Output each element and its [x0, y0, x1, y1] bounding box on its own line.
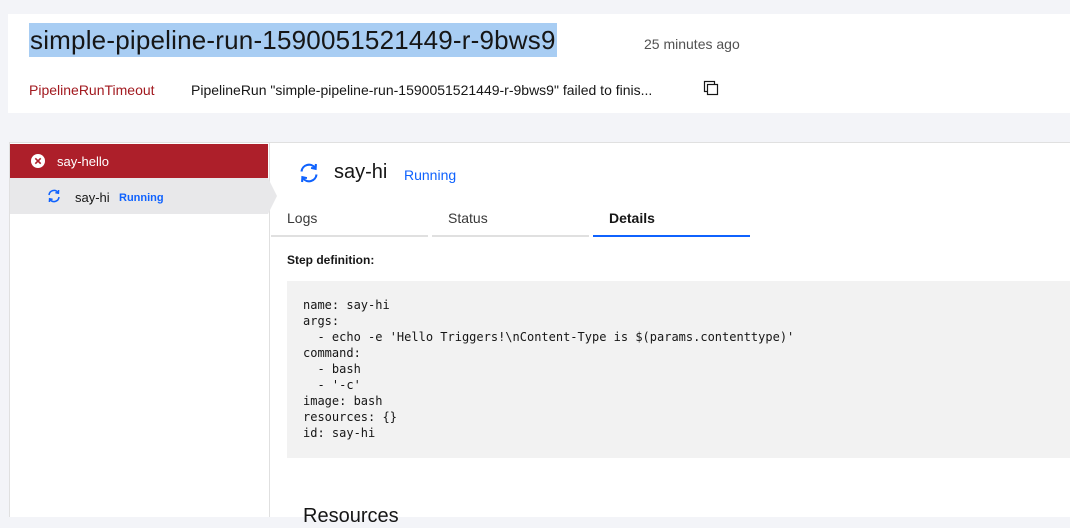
status-message: PipelineRun "simple-pipeline-run-1590051…	[191, 82, 653, 98]
tab-status[interactable]: Status	[432, 201, 589, 237]
step-definition-code: name: say-hi args: - echo -e 'Hello Trig…	[287, 281, 1070, 458]
copy-icon	[703, 80, 719, 96]
run-time-ago: 25 minutes ago	[644, 36, 740, 52]
task-item-say-hello[interactable]: say-hello	[10, 144, 268, 178]
step-title: say-hi	[334, 161, 388, 183]
task-label: say-hello	[57, 154, 110, 169]
step-status-badge: Running	[119, 192, 164, 204]
tab-label: Details	[609, 210, 655, 226]
step-status: Running	[404, 167, 457, 183]
pipeline-run-header: simple-pipeline-run-1590051521449-r-9bws…	[8, 14, 1070, 113]
page-title: simple-pipeline-run-1590051521449-r-9bws…	[29, 23, 557, 57]
step-details: say-hi Running Logs Status Details Step …	[271, 143, 1070, 527]
in-progress-icon	[48, 189, 60, 203]
resources-heading: Resources	[303, 505, 399, 527]
step-tabs: Logs Status Details	[271, 201, 1070, 238]
error-icon	[31, 154, 45, 168]
tab-details[interactable]: Details	[593, 201, 750, 237]
tab-logs[interactable]: Logs	[271, 201, 428, 237]
task-list: say-hello say-hi Running	[10, 143, 277, 517]
in-progress-icon	[300, 163, 318, 183]
step-definition-text: name: say-hi args: - echo -e 'Hello Trig…	[303, 298, 795, 440]
status-reason: PipelineRunTimeout	[29, 82, 155, 98]
tab-label: Status	[448, 210, 488, 226]
step-label: say-hi	[75, 190, 110, 205]
copy-button[interactable]	[703, 80, 719, 98]
task-tree-panel: say-hello say-hi Running say-hi Running	[9, 142, 1070, 527]
step-definition-label: Step definition:	[287, 253, 375, 267]
step-item-say-hi[interactable]: say-hi Running	[10, 178, 277, 214]
tab-label: Logs	[287, 210, 318, 226]
